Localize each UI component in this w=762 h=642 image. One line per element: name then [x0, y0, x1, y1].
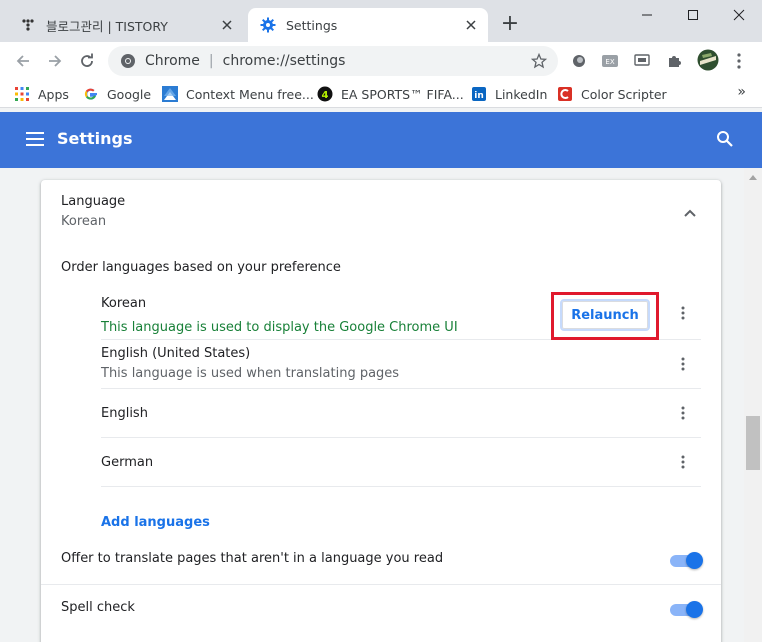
tab-strip: 블로그관리 | TISTORY Settings +	[0, 0, 762, 42]
language-note: This language is used to display the Goo…	[101, 320, 458, 335]
apps-grid-icon	[14, 86, 30, 102]
bookmark-context-menu[interactable]: Context Menu free...	[162, 84, 314, 104]
translate-offer-toggle[interactable]	[670, 552, 703, 569]
maximize-button[interactable]	[670, 0, 716, 30]
arrow-left-icon	[16, 55, 29, 67]
tistory-icon	[20, 17, 36, 33]
toggle-label: Spell check	[61, 600, 135, 615]
close-icon[interactable]	[460, 14, 482, 36]
scroll-thumb[interactable]	[746, 416, 760, 470]
language-note: This language is used when translating p…	[101, 366, 400, 381]
site-label: Chrome	[145, 53, 200, 69]
minimize-button[interactable]	[624, 0, 670, 30]
browser-toolbar: Chrome | chrome://settings EX	[0, 42, 762, 80]
bookmark-google[interactable]: Google	[83, 84, 151, 104]
language-card: Language Korean Order languages based on…	[41, 180, 721, 642]
fifa-icon: 4	[317, 86, 333, 102]
bookmark-apps[interactable]: Apps	[14, 84, 69, 104]
order-languages-label: Order languages based on your preference	[61, 260, 341, 275]
reload-button[interactable]	[72, 46, 102, 76]
section-title: Language	[61, 194, 126, 209]
svg-text:in: in	[474, 91, 484, 101]
more-vert-icon[interactable]	[730, 52, 748, 70]
current-language: Korean	[61, 214, 107, 229]
spell-check-row[interactable]: Spell check	[41, 584, 721, 634]
avatar[interactable]	[696, 48, 720, 72]
reload-icon	[81, 53, 93, 67]
extension-icon[interactable]	[633, 52, 651, 70]
bookmark-label: Context Menu free...	[186, 86, 314, 102]
tab-tistory[interactable]: 블로그관리 | TISTORY	[8, 8, 244, 42]
address-bar[interactable]: Chrome | chrome://settings	[108, 46, 558, 76]
bookmark-label: LinkedIn	[495, 86, 548, 102]
window-close-button[interactable]	[716, 0, 762, 30]
more-vert-icon[interactable]	[673, 352, 693, 376]
add-languages-button[interactable]: Add languages	[101, 515, 210, 530]
language-row-english: English	[101, 389, 701, 438]
language-row-german: German	[101, 438, 701, 487]
url-text[interactable]: chrome://settings	[223, 53, 524, 69]
bookmarks-bar: Apps Google Context Menu free... 4 EA SP…	[0, 80, 762, 108]
more-vert-icon[interactable]	[673, 301, 693, 325]
scrollbar[interactable]	[744, 168, 762, 642]
color-scripter-icon	[557, 86, 573, 102]
chevron-up-icon[interactable]	[679, 202, 701, 224]
arrow-right-icon	[49, 55, 62, 67]
bookmarks-overflow-button[interactable]: »	[737, 84, 746, 100]
forward-button[interactable]	[40, 46, 70, 76]
tab-title: 블로그관리 | TISTORY	[46, 18, 168, 34]
bookmark-label: EA SPORTS™ FIFA...	[341, 86, 464, 102]
back-button[interactable]	[8, 46, 38, 76]
bookmark-label: Apps	[38, 86, 69, 102]
star-icon[interactable]	[524, 46, 554, 76]
settings-content: Language Korean Order languages based on…	[0, 168, 744, 642]
search-icon[interactable]	[716, 130, 738, 152]
linkedin-icon: in	[471, 86, 487, 102]
more-vert-icon[interactable]	[673, 401, 693, 425]
menu-icon[interactable]	[26, 132, 44, 146]
translate-offer-row[interactable]: Offer to translate pages that aren't in …	[41, 536, 721, 586]
new-tab-button[interactable]: +	[498, 12, 522, 36]
page-title: Settings	[57, 129, 133, 148]
language-name: German	[101, 455, 154, 470]
close-icon[interactable]	[216, 14, 238, 36]
relaunch-button[interactable]: Relaunch	[560, 299, 650, 331]
bookmark-fifa[interactable]: 4 EA SPORTS™ FIFA...	[317, 84, 464, 104]
extension-icon[interactable]	[570, 52, 588, 70]
chrome-icon	[120, 53, 136, 69]
toggle-label: Offer to translate pages that aren't in …	[61, 551, 444, 566]
more-vert-icon[interactable]	[673, 450, 693, 474]
extension-icon[interactable]: EX	[601, 52, 619, 70]
language-row-english-us: English (United States) This language is…	[101, 340, 701, 389]
language-name: English	[101, 406, 148, 421]
gear-icon	[260, 17, 276, 33]
url-separator: |	[208, 53, 214, 69]
bookmark-label: Color Scripter	[581, 86, 667, 102]
language-name: Korean	[101, 296, 147, 311]
bookmark-color-scripter[interactable]: Color Scripter	[557, 84, 667, 104]
language-name: English (United States)	[101, 346, 251, 361]
settings-header: Settings	[0, 112, 762, 168]
puzzle-icon[interactable]	[665, 52, 683, 70]
google-icon	[83, 86, 99, 102]
tab-settings[interactable]: Settings	[248, 8, 488, 42]
bookmark-linkedin[interactable]: in LinkedIn	[471, 84, 547, 104]
svg-text:4: 4	[322, 90, 329, 101]
bookmark-label: Google	[107, 86, 152, 102]
context-menu-icon	[162, 86, 178, 102]
spell-check-toggle[interactable]	[670, 601, 703, 618]
scroll-up-arrow-icon[interactable]	[744, 168, 762, 186]
tab-title: Settings	[286, 17, 338, 33]
svg-text:EX: EX	[605, 58, 614, 66]
